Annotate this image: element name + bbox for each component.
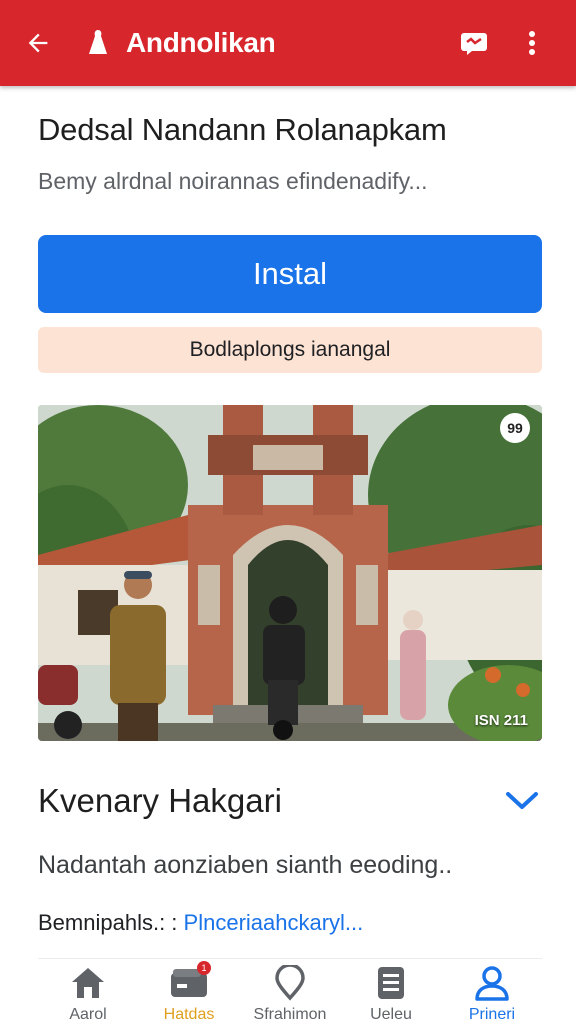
app-name: Dedsal Nandann Rolanapkam <box>38 112 447 147</box>
section-description: Nadantah aonziaben sianth eeoding.. <box>38 851 453 879</box>
meta-label: Bemnipahls.: : <box>38 910 178 935</box>
message-icon <box>461 33 487 55</box>
temple-gate-illustration <box>38 405 542 741</box>
person-icon <box>475 965 509 1001</box>
nav-label: Prineri <box>468 1006 516 1023</box>
bottom-navigation: Aarol 1 Hatdas Sfrahimon Ueleu Prineri <box>38 958 542 1024</box>
play-badge-icon: 99 <box>500 413 530 443</box>
notice-banner: Bodlaplongs ianangal <box>38 327 542 373</box>
nav-item-home[interactable]: Aarol <box>38 959 138 1024</box>
install-button[interactable]: Instal <box>38 235 542 313</box>
chevron-down-icon <box>506 792 538 809</box>
nav-item-profile[interactable]: Prineri <box>442 959 542 1024</box>
arrow-left-icon <box>28 33 48 53</box>
meta-row: Bemnipahls.: : Plnceriaahckaryl... <box>38 910 542 936</box>
app-bar-title: Andnolikan <box>126 27 276 58</box>
app-logo-icon <box>89 30 107 54</box>
more-vert-icon <box>529 31 535 55</box>
nav-label: Hatdas <box>163 1006 215 1023</box>
home-icon <box>72 967 104 998</box>
app-logo <box>78 23 118 63</box>
screenshot-image[interactable]: 99 ISN 211 <box>38 405 542 741</box>
section-header[interactable]: Kvenary Hakgari <box>38 781 542 821</box>
screenshot-caption: ISN 211 <box>474 712 528 729</box>
back-button[interactable] <box>24 23 64 63</box>
document-icon <box>378 966 404 999</box>
app-detail: Dedsal Nandann Rolanapkam Bemy alrdnal n… <box>38 86 542 936</box>
section-title: Kvenary Hakgari <box>38 782 282 819</box>
nav-label: Ueleu <box>370 1006 412 1023</box>
nav-item-wallet[interactable]: 1 Hatdas <box>139 959 239 1024</box>
overflow-menu-button[interactable] <box>512 23 552 63</box>
nav-label: Aarol <box>69 1006 107 1023</box>
notification-badge: 1 <box>197 961 211 975</box>
nav-label: Sfrahimon <box>253 1006 327 1023</box>
expand-button[interactable] <box>502 781 542 821</box>
message-button[interactable] <box>454 23 494 63</box>
nav-item-document[interactable]: Ueleu <box>341 959 441 1024</box>
location-pin-icon <box>275 964 305 1001</box>
app-bar: Andnolikan <box>0 0 576 86</box>
app-subtitle: Bemy alrdnal noirannas efindenadify... <box>38 168 428 194</box>
meta-link[interactable]: Plnceriaahckaryl... <box>184 910 364 935</box>
nav-item-location[interactable]: Sfrahimon <box>240 959 340 1024</box>
